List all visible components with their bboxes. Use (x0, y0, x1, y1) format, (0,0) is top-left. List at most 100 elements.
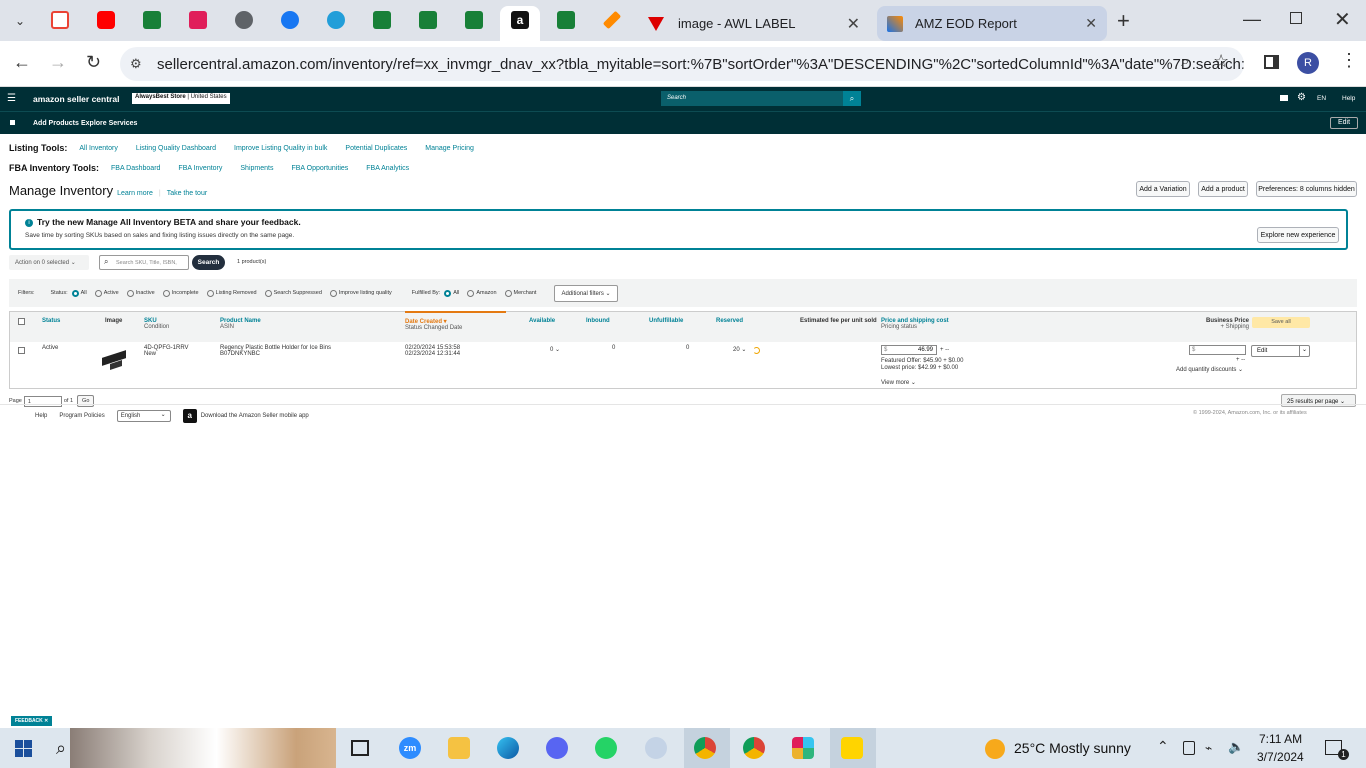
file-explorer-icon[interactable] (448, 737, 470, 759)
back-icon[interactable]: ← (13, 52, 31, 73)
fulfilled-merchant-radio[interactable] (504, 289, 512, 297)
link-potential-duplicates[interactable]: Potential Duplicates (345, 145, 407, 152)
status-all-radio[interactable] (71, 289, 79, 297)
download-app-link[interactable]: Download the Amazon Seller mobile app (201, 413, 309, 419)
status-removed-radio[interactable] (206, 289, 214, 297)
whatsapp-icon[interactable] (595, 737, 617, 759)
sheets-icon[interactable] (557, 11, 575, 29)
discord-icon[interactable] (546, 737, 568, 759)
view-more-link[interactable]: View more ⌄ (881, 379, 916, 386)
row-reserved[interactable]: 20 ⌄ (733, 346, 746, 353)
close-icon[interactable]: ✕ (847, 14, 860, 34)
fulfilled-amazon-radio[interactable] (467, 289, 475, 297)
link-listing-quality[interactable]: Listing Quality Dashboard (136, 145, 216, 152)
sticky-notes-icon[interactable] (841, 737, 863, 759)
gmail-icon[interactable] (51, 11, 69, 29)
zoom-icon[interactable]: zm (399, 737, 421, 759)
search-icon[interactable]: ⌕ (56, 738, 66, 759)
col-date-created[interactable]: Date Created ▾ Status Changed Date (405, 318, 462, 331)
site-settings-icon[interactable]: ⚙ (130, 56, 142, 72)
maximize-button[interactable] (1290, 12, 1302, 24)
explore-new-experience-button[interactable]: Explore new experience (1257, 227, 1339, 243)
facebook-icon[interactable] (281, 11, 299, 29)
price-input[interactable]: $ 46.99 (881, 345, 937, 355)
link-manage-pricing[interactable]: Manage Pricing (425, 145, 474, 152)
menu-icon[interactable]: ⋮ (1340, 50, 1358, 71)
edit-nav-button[interactable]: Edit (1330, 117, 1358, 129)
url-field[interactable]: ⚙ sellercentral.amazon.com/inventory/ref… (120, 47, 1244, 81)
link-shipments[interactable]: Shipments (240, 165, 273, 172)
tab-amz-eod-report[interactable]: AMZ EOD Report ✕ (877, 6, 1107, 41)
hamburger-icon[interactable]: ☰ (7, 93, 16, 104)
slack-icon[interactable] (792, 737, 814, 759)
sheets-icon[interactable] (143, 11, 161, 29)
sku-search-input[interactable]: ⌕ Search SKU, Title, ISBN, (99, 255, 189, 270)
volume-icon[interactable]: 🔈 (1228, 739, 1244, 755)
edit-dropdown[interactable]: Edit ⌄ (1251, 345, 1310, 357)
tour-link[interactable]: Take the tour (167, 190, 207, 197)
product-image[interactable] (100, 348, 128, 370)
chrome-icon[interactable] (694, 737, 716, 759)
seller-central-logo[interactable]: amazon seller central (33, 94, 119, 104)
additional-filters-button[interactable]: Additional filters ⌄ (554, 284, 618, 302)
tab-search-icon[interactable]: ⌄ (10, 11, 30, 31)
task-view-icon[interactable] (351, 740, 369, 756)
slack-icon[interactable] (189, 11, 207, 29)
nav-explore-services[interactable]: Explore Services (81, 120, 137, 127)
link-improve-bulk[interactable]: Improve Listing Quality in bulk (234, 145, 327, 152)
col-inbound[interactable]: Inbound (586, 318, 610, 324)
bookmark-star-icon[interactable]: ☆ (1213, 51, 1229, 72)
footer-help[interactable]: Help (35, 413, 47, 419)
row-checkbox[interactable] (18, 347, 25, 354)
link-fba-dashboard[interactable]: FBA Dashboard (111, 165, 160, 172)
tab-image-awl-label[interactable]: image - AWL LABEL ✕ (640, 6, 868, 41)
network-icon[interactable]: ⌁ (1205, 741, 1212, 755)
language-select[interactable]: EN (1317, 95, 1326, 102)
fulfilled-all-radio[interactable] (444, 289, 452, 297)
footer-language-select[interactable]: English ⌄ (116, 410, 171, 422)
clock-time[interactable]: 7:11 AM (1259, 732, 1302, 746)
action-select[interactable]: Action on 0 selected ⌄ (9, 255, 89, 270)
col-reserved[interactable]: Reserved (716, 318, 743, 324)
add-product-button[interactable]: Add a product (1198, 181, 1248, 197)
col-available[interactable]: Available (529, 318, 555, 324)
go-button[interactable]: Go (77, 395, 95, 407)
save-all-button[interactable]: Save all (1252, 317, 1310, 328)
sheets-icon[interactable] (373, 11, 391, 29)
status-inactive-radio[interactable] (126, 289, 134, 297)
help-link[interactable]: Help (1342, 95, 1355, 102)
learn-more-link[interactable]: Learn more (117, 190, 153, 197)
col-product-name[interactable]: Product Name ASIN (220, 318, 261, 330)
link-all-inventory[interactable]: All Inventory (79, 145, 118, 152)
snipping-tool-icon[interactable] (645, 737, 667, 759)
bookmark-icon[interactable] (10, 120, 15, 125)
add-variation-button[interactable]: Add a Variation (1136, 181, 1190, 197)
weather-icon[interactable] (985, 739, 1005, 759)
weather-text[interactable]: 25°C Mostly sunny (1014, 740, 1131, 756)
business-price-input[interactable]: $ (1189, 345, 1246, 355)
new-tab-button[interactable]: + (1117, 8, 1130, 34)
sheets-icon[interactable] (465, 11, 483, 29)
nav-add-products[interactable]: Add Products (33, 120, 79, 127)
minimize-button[interactable]: — (1243, 9, 1261, 30)
row-available[interactable]: 0 ⌄ (550, 346, 560, 353)
forward-icon[interactable]: → (49, 52, 67, 73)
col-price[interactable]: Price and shipping cost Pricing status (881, 318, 949, 330)
close-icon[interactable]: ✕ (1085, 15, 1097, 32)
status-incomplete-radio[interactable] (162, 289, 170, 297)
tab-amazon-active[interactable]: a (500, 6, 540, 41)
device-icon[interactable] (1183, 741, 1195, 755)
gear-icon[interactable]: ⚙ (1297, 92, 1306, 103)
youtube-icon[interactable] (97, 11, 115, 29)
col-status[interactable]: Status (42, 318, 60, 324)
chrome-icon[interactable] (743, 737, 765, 759)
zoom-icon[interactable]: ⌕ (1181, 53, 1189, 70)
windows-start-icon[interactable] (15, 740, 32, 757)
globe-icon[interactable] (235, 11, 253, 29)
status-suppressed-radio[interactable] (264, 289, 272, 297)
add-quantity-discounts-link[interactable]: Add quantity discounts ⌄ (1176, 366, 1243, 373)
profile-avatar[interactable]: R (1297, 52, 1319, 74)
link-fba-opportunities[interactable]: FBA Opportunities (291, 165, 348, 172)
mail-icon[interactable] (1280, 95, 1288, 101)
col-sku[interactable]: SKU Condition (144, 318, 169, 330)
